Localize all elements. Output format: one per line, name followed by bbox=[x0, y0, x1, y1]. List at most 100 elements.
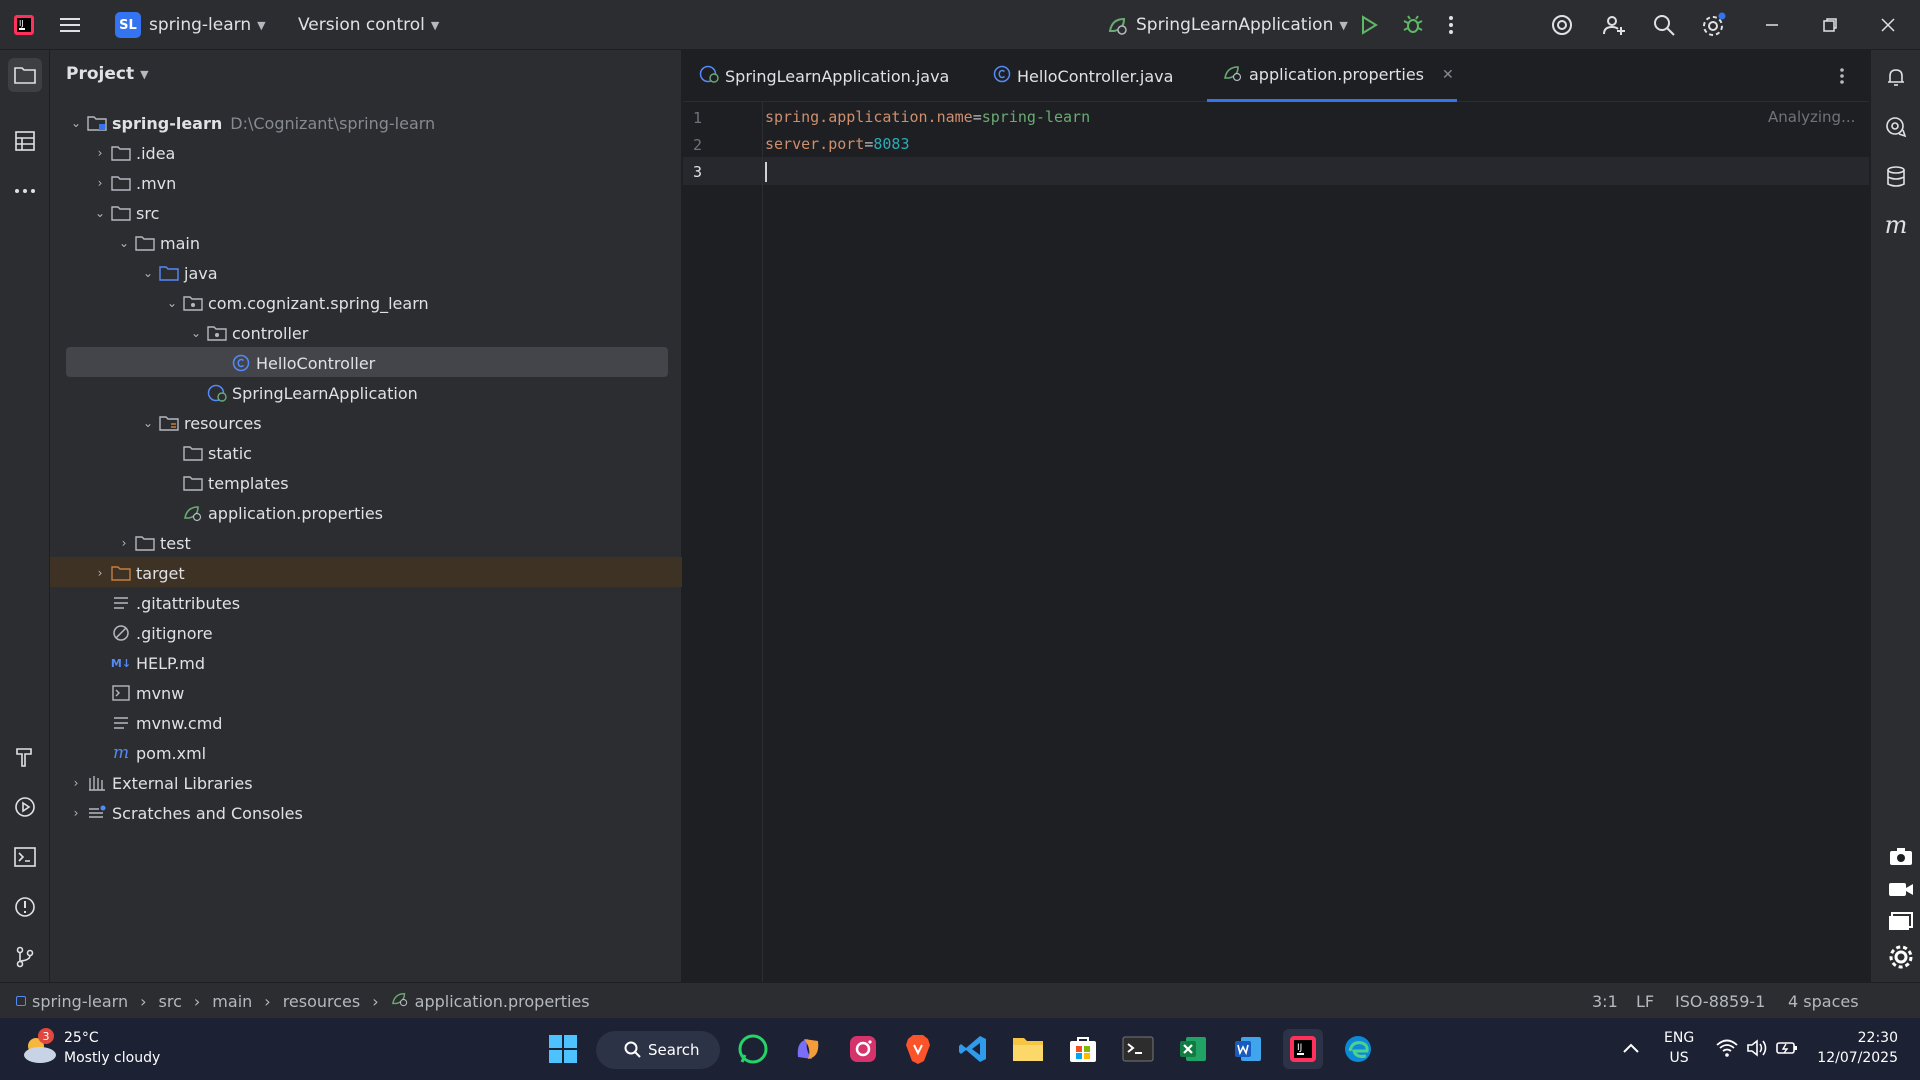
tree-item-static[interactable]: static bbox=[162, 439, 252, 467]
camera-icon[interactable] bbox=[1888, 846, 1914, 866]
breadcrumb-item[interactable]: spring-learn bbox=[32, 992, 128, 1011]
system-tray[interactable] bbox=[1716, 1038, 1798, 1058]
chevron-down-icon[interactable]: ⌄ bbox=[114, 236, 134, 250]
chevron-right-icon[interactable]: › bbox=[66, 806, 86, 820]
whatsapp-icon[interactable] bbox=[733, 1029, 773, 1069]
main-menu-icon[interactable] bbox=[60, 0, 82, 50]
terminal-app-icon[interactable] bbox=[1118, 1029, 1158, 1069]
caret-position[interactable]: 3:1 bbox=[1592, 983, 1618, 1019]
chevron-right-icon[interactable]: › bbox=[90, 146, 110, 160]
chevron-down-icon[interactable]: ⌄ bbox=[162, 296, 182, 310]
breadcrumb-item[interactable]: src bbox=[159, 992, 182, 1011]
chevron-down-icon[interactable]: ⌄ bbox=[186, 326, 206, 340]
clock[interactable]: 22:30 12/07/2025 bbox=[1812, 1028, 1898, 1068]
code-line[interactable]: spring.application.name=spring-learn bbox=[765, 108, 1090, 126]
tree-item-scratches[interactable]: › Scratches and Consoles bbox=[66, 799, 303, 827]
video-camera-icon[interactable] bbox=[1888, 879, 1914, 899]
breadcrumb-item[interactable]: main bbox=[212, 992, 252, 1011]
problems-icon[interactable] bbox=[10, 892, 40, 922]
indent-setting[interactable]: 4 spaces bbox=[1788, 983, 1859, 1019]
tree-item-test[interactable]: › test bbox=[114, 529, 191, 557]
maven-icon[interactable]: m bbox=[1881, 210, 1911, 240]
input-language[interactable]: ENG US bbox=[1664, 1028, 1694, 1068]
debug-icon[interactable] bbox=[1402, 0, 1424, 50]
window-capture-icon[interactable] bbox=[1888, 911, 1914, 931]
weather-widget[interactable]: 3 25°C Mostly cloudy bbox=[20, 1028, 160, 1068]
ai-assistant-icon[interactable] bbox=[1550, 0, 1574, 50]
tree-item-controller[interactable]: ⌄ controller bbox=[186, 319, 308, 347]
add-user-icon[interactable] bbox=[1602, 0, 1626, 50]
gear-icon[interactable] bbox=[1888, 944, 1914, 970]
excel-icon[interactable] bbox=[1173, 1029, 1213, 1069]
build-hammer-icon[interactable] bbox=[10, 742, 40, 772]
intellij-logo-icon[interactable]: IJ bbox=[12, 0, 36, 50]
tree-item-spring-learn[interactable]: ⌄ spring-learn D:\Cognizant\spring-learn bbox=[66, 109, 435, 137]
tree-item-gitignore[interactable]: .gitignore bbox=[90, 619, 213, 647]
chevron-down-icon[interactable]: ⌄ bbox=[138, 416, 158, 430]
tree-item-resources[interactable]: ⌄ resources bbox=[138, 409, 262, 437]
git-branch-icon[interactable] bbox=[10, 942, 40, 972]
terminal-icon[interactable] bbox=[10, 842, 40, 872]
tree-item-mvn[interactable]: › .mvn bbox=[90, 169, 177, 197]
project-panel-title[interactable]: Project ▼ bbox=[66, 64, 149, 84]
intellij-taskbar-icon[interactable]: IJ bbox=[1283, 1029, 1323, 1069]
run-icon[interactable] bbox=[1360, 0, 1378, 50]
tab-hellocontroller[interactable]: HelloController.java bbox=[993, 50, 1173, 102]
chevron-down-icon[interactable]: ⌄ bbox=[90, 206, 110, 220]
file-encoding[interactable]: ISO-8859-1 bbox=[1675, 983, 1765, 1019]
close-tab-icon[interactable]: ✕ bbox=[1442, 67, 1454, 83]
project-folder-icon[interactable] bbox=[8, 58, 42, 92]
breadcrumb-item[interactable]: application.properties bbox=[415, 992, 590, 1011]
more-actions-icon[interactable] bbox=[1448, 0, 1454, 50]
tree-item-templates[interactable]: templates bbox=[162, 469, 289, 497]
minimize-window-icon[interactable] bbox=[1764, 0, 1780, 50]
ai-chat-icon[interactable] bbox=[1881, 112, 1911, 142]
tree-item-springlearnapplication[interactable]: SpringLearnApplication bbox=[186, 379, 418, 407]
close-window-icon[interactable] bbox=[1880, 0, 1896, 50]
tree-item-mvnw[interactable]: mvnw bbox=[90, 679, 184, 707]
chevron-down-icon[interactable]: ⌄ bbox=[138, 266, 158, 280]
structure-icon[interactable] bbox=[10, 126, 40, 156]
settings-icon[interactable] bbox=[1700, 0, 1726, 50]
windows-start-icon[interactable] bbox=[543, 1029, 583, 1069]
more-tools-icon[interactable] bbox=[10, 176, 40, 206]
tab-application-properties[interactable]: application.properties ✕ bbox=[1207, 50, 1457, 102]
tree-item-hellocontroller[interactable]: HelloController bbox=[210, 349, 375, 377]
tree-item-package[interactable]: ⌄ com.cognizant.spring_learn bbox=[162, 289, 429, 317]
project-switcher[interactable]: SL spring-learn ▼ bbox=[115, 0, 266, 50]
tree-item-application-properties[interactable]: application.properties bbox=[162, 499, 383, 527]
code-line[interactable]: server.port=8083 bbox=[765, 135, 910, 153]
tab-options-icon[interactable] bbox=[1839, 50, 1845, 102]
chevron-right-icon[interactable]: › bbox=[90, 176, 110, 190]
tab-springlearnapplication[interactable]: SpringLearnApplication.java bbox=[699, 50, 949, 102]
chevron-up-icon[interactable] bbox=[1622, 1040, 1640, 1059]
services-icon[interactable] bbox=[10, 792, 40, 822]
chevron-right-icon[interactable]: › bbox=[66, 776, 86, 790]
word-icon[interactable] bbox=[1228, 1029, 1268, 1069]
tree-item-main[interactable]: ⌄ main bbox=[114, 229, 200, 257]
tree-item-mvnw-cmd[interactable]: mvnw.cmd bbox=[90, 709, 222, 737]
tree-item-idea[interactable]: › .idea bbox=[90, 139, 176, 167]
microsoft-store-icon[interactable] bbox=[1063, 1029, 1103, 1069]
version-control-menu[interactable]: Version control ▼ bbox=[298, 0, 439, 50]
line-separator[interactable]: LF bbox=[1636, 983, 1654, 1019]
taskbar-search-box[interactable]: Search bbox=[596, 1031, 720, 1069]
breadcrumb-item[interactable]: resources bbox=[283, 992, 361, 1011]
brave-browser-icon[interactable] bbox=[898, 1029, 938, 1069]
instagram-icon[interactable] bbox=[843, 1029, 883, 1069]
tree-item-target[interactable]: › target bbox=[90, 559, 185, 587]
chevron-down-icon[interactable]: ⌄ bbox=[66, 116, 86, 130]
search-icon[interactable] bbox=[1652, 0, 1676, 50]
database-icon[interactable] bbox=[1881, 162, 1911, 192]
edge-browser-icon[interactable] bbox=[1338, 1029, 1378, 1069]
tree-item-gitattributes[interactable]: .gitattributes bbox=[90, 589, 240, 617]
tree-item-external-libraries[interactable]: › External Libraries bbox=[66, 769, 253, 797]
tree-item-help-md[interactable]: M↓ HELP.md bbox=[90, 649, 205, 677]
file-explorer-icon[interactable] bbox=[1008, 1029, 1048, 1069]
chevron-right-icon[interactable]: › bbox=[90, 566, 110, 580]
restore-window-icon[interactable] bbox=[1822, 0, 1838, 50]
notifications-bell-icon[interactable] bbox=[1881, 62, 1911, 92]
chevron-right-icon[interactable]: › bbox=[114, 536, 134, 550]
run-config-selector[interactable]: SpringLearnApplication ▼ bbox=[1106, 0, 1348, 50]
tree-item-pom-xml[interactable]: m pom.xml bbox=[90, 739, 206, 767]
